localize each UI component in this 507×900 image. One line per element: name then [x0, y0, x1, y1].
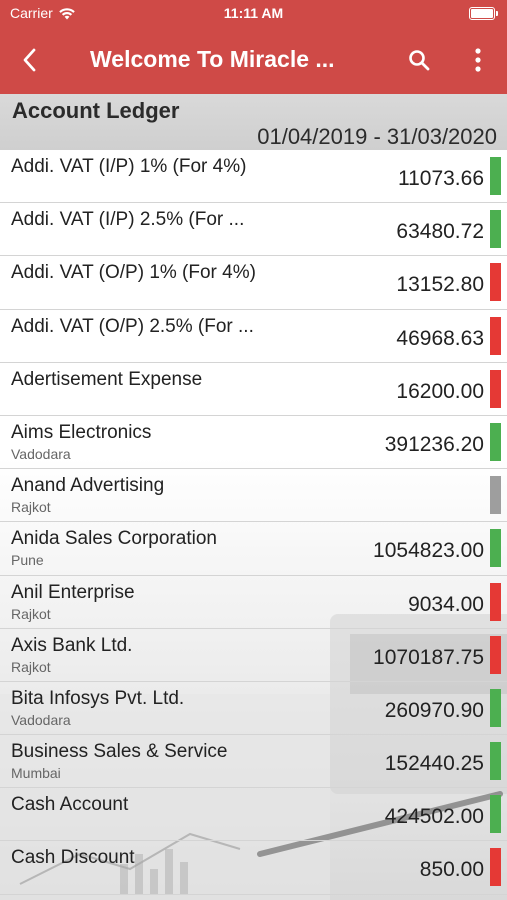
account-balance: 9034.00: [408, 592, 484, 616]
account-row[interactable]: Axis Bank Ltd. Rajkot 1070187.75: [0, 629, 507, 682]
account-name: Anil Enterprise: [11, 581, 135, 603]
account-row[interactable]: Aims Electronics Vadodara 391236.20: [0, 416, 507, 470]
account-balance: 424502.00: [384, 805, 484, 829]
account-balance: 1070187.75: [373, 645, 484, 669]
balance-status-indicator: [490, 582, 501, 621]
search-icon: [409, 50, 430, 71]
more-vertical-icon: [475, 48, 481, 72]
account-name: Addi. VAT (I/P) 1% (For 4%): [11, 156, 247, 177]
account-balance: 850.00: [419, 858, 484, 882]
account-balance: 16200.00: [396, 379, 484, 403]
ledger-title: Account Ledger: [12, 98, 180, 123]
account-row[interactable]: Anil Enterprise Rajkot 9034.00: [0, 576, 507, 629]
ledger-date-range: 01/04/2019 - 31/03/2020: [257, 124, 497, 149]
account-balance: 63480.72: [396, 220, 484, 244]
balance-status-indicator: [490, 210, 501, 249]
account-balance: 46968.63: [396, 326, 484, 350]
account-row[interactable]: Anida Sales Corporation Pune 1054823.00: [0, 522, 507, 576]
account-city: Pune: [11, 552, 44, 569]
account-city: Rajkot: [11, 605, 51, 622]
ledger-header: Account Ledger 01/04/2019 - 31/03/2020: [0, 94, 507, 150]
balance-status-indicator: [490, 369, 501, 408]
account-row[interactable]: Bita Infosys Pvt. Ltd. Vadodara 260970.90: [0, 682, 507, 736]
back-button[interactable]: [14, 45, 44, 75]
app-bar: Welcome To Miracle ...: [0, 28, 507, 94]
account-name: Anand Advertising: [11, 475, 165, 497]
account-balance: 152440.25: [384, 752, 484, 776]
app-title: Welcome To Miracle ...: [90, 46, 335, 72]
balance-status-indicator: [490, 263, 501, 302]
status-bar: Carrier 11:11 AM: [0, 0, 507, 28]
account-row[interactable]: Cash Discount 850.00: [0, 841, 507, 895]
account-row[interactable]: Adertisement Expense 16200.00: [0, 363, 507, 416]
account-name: Cash Account: [11, 794, 129, 816]
account-city: Vadodara: [11, 711, 71, 728]
account-name: Addi. VAT (O/P) 2.5% (For ...: [11, 315, 254, 337]
balance-status-indicator: [490, 422, 501, 461]
account-name: Cash Discount: [11, 847, 135, 869]
account-row[interactable]: Anand Advertising Rajkot: [0, 469, 507, 523]
account-balance: 1054823.00: [373, 539, 484, 563]
balance-status-indicator: [490, 848, 501, 887]
account-name: Addi. VAT (I/P) 2.5% (For ...: [11, 209, 245, 231]
account-list: Addi. VAT (I/P) 1% (For 4%) 11073.66 Addi.…: [0, 150, 507, 895]
account-name: Axis Bank Ltd.: [11, 634, 133, 656]
account-row[interactable]: Addi. VAT (I/P) 1% (For 4%) 11073.66: [0, 150, 507, 204]
battery-icon: [469, 7, 498, 20]
account-city: Vadodara: [11, 445, 71, 462]
balance-status-indicator: [490, 157, 501, 195]
search-button[interactable]: [404, 45, 434, 75]
account-city: Rajkot: [11, 658, 51, 675]
account-balance: 13152.80: [396, 273, 484, 297]
balance-status-indicator: [490, 529, 501, 568]
account-name: Addi. VAT (O/P) 1% (For 4%): [11, 262, 256, 284]
ledger-content: Account Ledger 01/04/2019 - 31/03/2020 A…: [0, 94, 507, 900]
account-name: Anida Sales Corporation: [11, 528, 217, 550]
account-name: Bita Infosys Pvt. Ltd.: [11, 687, 185, 709]
account-row[interactable]: Cash Account 424502.00: [0, 788, 507, 842]
balance-status-indicator: [490, 795, 501, 834]
account-city: Mumbai: [11, 765, 61, 782]
account-row[interactable]: Addi. VAT (O/P) 1% (For 4%) 13152.80: [0, 256, 507, 310]
account-city: Rajkot: [11, 499, 51, 516]
account-balance: 391236.20: [384, 432, 484, 456]
more-options-button[interactable]: [463, 45, 493, 75]
account-balance: 11073.66: [397, 167, 484, 190]
balance-status-indicator: [490, 635, 501, 674]
balance-status-indicator: [490, 476, 501, 515]
account-row[interactable]: Business Sales & Service Mumbai 152440.25: [0, 735, 507, 789]
status-time: 11:11 AM: [223, 5, 284, 21]
account-name: Adertisement Expense: [11, 368, 203, 390]
account-balance: 260970.90: [384, 698, 484, 722]
account-name: Business Sales & Service: [11, 741, 228, 763]
account-row[interactable]: Addi. VAT (I/P) 2.5% (For ... 63480.72: [0, 203, 507, 257]
balance-status-indicator: [490, 742, 501, 781]
account-name: Aims Electronics: [11, 421, 152, 443]
account-row[interactable]: Addi. VAT (O/P) 2.5% (For ... 46968.63: [0, 310, 507, 363]
balance-status-indicator: [490, 316, 501, 355]
balance-status-indicator: [490, 688, 501, 727]
back-arrow-icon: [23, 48, 36, 72]
